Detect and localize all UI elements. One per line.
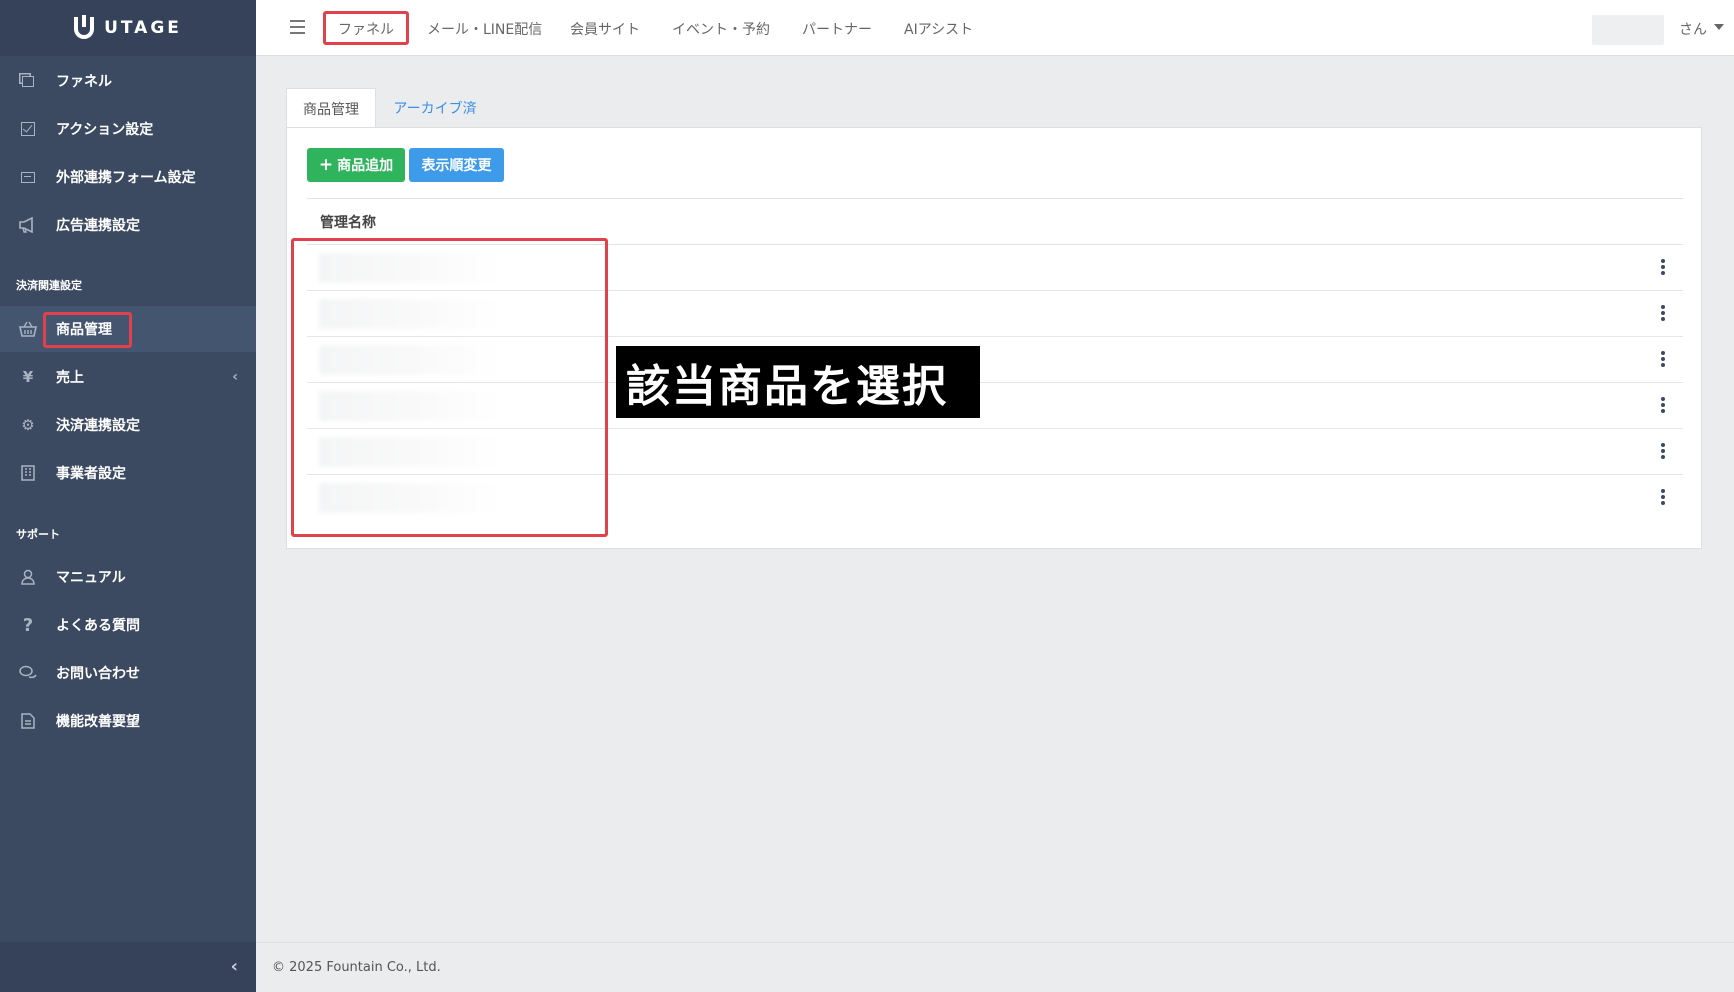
sidebar-item-ad-settings[interactable]: 広告連携設定 [0, 202, 256, 248]
sidebar-item-faq[interactable]: ? よくある質問 [0, 602, 256, 648]
chevron-left-icon: ‹ [232, 369, 238, 385]
logo[interactable]: UTAGE [0, 0, 256, 56]
table-row[interactable] [307, 291, 1683, 337]
sidebar-item-feature-request[interactable]: 機能改善要望 [0, 698, 256, 744]
products-panel: + 商品追加 表示順変更 管理名称 [286, 127, 1702, 549]
blurred-product-name[interactable] [319, 391, 499, 421]
checkbox-icon [18, 119, 38, 139]
top-nav-member-site[interactable]: 会員サイト [570, 19, 640, 39]
sidebar-item-products[interactable]: 商品管理 [0, 306, 256, 352]
copy-icon [18, 71, 38, 91]
megaphone-icon [18, 215, 38, 235]
sidebar-item-funnel[interactable]: ファネル [0, 58, 256, 104]
caret-down-icon[interactable] [1714, 24, 1724, 30]
section-title-payment: 決済関連設定 [16, 279, 82, 292]
divider [307, 198, 1683, 199]
brand-name: UTAGE [104, 18, 182, 38]
building-icon [18, 463, 38, 483]
sidebar-item-label: マニュアル [56, 570, 126, 586]
top-nav-mail-line[interactable]: メール・LINE配信 [427, 19, 542, 39]
sidebar-item-label: アクション設定 [56, 122, 154, 138]
plus-icon: + [318, 155, 334, 175]
table-row[interactable] [307, 337, 1683, 383]
sidebar-item-contact[interactable]: お問い合わせ [0, 650, 256, 696]
collapse-sidebar-button[interactable]: ‹ [231, 956, 238, 977]
question-icon: ? [22, 614, 34, 636]
blurred-product-name[interactable] [319, 345, 499, 375]
sidebar-item-action-settings[interactable]: アクション設定 [0, 106, 256, 152]
sidebar-item-label: 事業者設定 [56, 466, 126, 482]
avatar[interactable] [1592, 15, 1664, 45]
more-options-icon[interactable] [1661, 259, 1665, 277]
chat-icon [18, 663, 38, 683]
section-title-support: サポート [16, 528, 60, 541]
table-row[interactable] [307, 383, 1683, 429]
add-product-label: 商品追加 [337, 158, 394, 174]
add-product-button[interactable]: + 商品追加 [307, 148, 405, 182]
hamburger-menu-icon[interactable] [290, 20, 305, 38]
user-icon [18, 567, 38, 587]
sidebar-item-sales[interactable]: ¥ 売上 ‹ [0, 354, 256, 400]
table-row[interactable] [307, 475, 1683, 521]
more-options-icon[interactable] [1661, 489, 1665, 507]
more-options-icon[interactable] [1661, 397, 1665, 415]
document-icon [18, 711, 38, 731]
sidebar-item-label: 商品管理 [56, 322, 112, 338]
basket-icon [18, 319, 38, 339]
sidebar-item-label: 外部連携フォーム設定 [56, 170, 196, 186]
blurred-product-name[interactable] [319, 253, 499, 283]
more-options-icon[interactable] [1661, 305, 1665, 323]
sidebar-item-label: 売上 [56, 370, 84, 386]
table-row[interactable] [307, 245, 1683, 291]
sidebar-item-label: 広告連携設定 [56, 218, 140, 234]
gear-icon: ⚙ [21, 416, 35, 434]
top-nav-funnel[interactable]: ファネル [338, 19, 394, 39]
blurred-product-name[interactable] [319, 483, 499, 513]
sidebar-item-label: お問い合わせ [56, 666, 140, 682]
annotation-label: 該当商品を選択 [616, 346, 980, 418]
form-icon [18, 167, 38, 187]
blurred-product-name[interactable] [319, 299, 499, 329]
table-row[interactable] [307, 429, 1683, 475]
tab-archived[interactable]: アーカイブ済 [382, 88, 488, 128]
column-header-name: 管理名称 [320, 215, 376, 231]
sidebar-item-manual[interactable]: マニュアル [0, 554, 256, 600]
tab-products[interactable]: 商品管理 [286, 88, 376, 128]
reorder-button[interactable]: 表示順変更 [409, 148, 504, 182]
utage-logo-icon [74, 15, 95, 39]
top-nav-partner[interactable]: パートナー [802, 19, 872, 39]
sidebar-item-label: ファネル [56, 74, 112, 90]
user-name-suffix[interactable]: さん [1679, 19, 1707, 39]
sidebar-item-label: よくある質問 [56, 618, 140, 634]
top-header: ファネル メール・LINE配信 会員サイト イベント・予約 パートナー AIアシ… [256, 0, 1734, 56]
more-options-icon[interactable] [1661, 351, 1665, 369]
sidebar-item-label: 決済連携設定 [56, 418, 140, 434]
top-nav-ai-assist[interactable]: AIアシスト [904, 19, 973, 39]
footer: © 2025 Fountain Co., Ltd. [256, 942, 1734, 992]
yen-icon: ¥ [22, 368, 34, 386]
top-nav-event[interactable]: イベント・予約 [672, 19, 770, 39]
sidebar-item-external-form[interactable]: 外部連携フォーム設定 [0, 154, 256, 200]
copyright: © 2025 Fountain Co., Ltd. [272, 960, 441, 975]
sidebar-item-payment-integration[interactable]: ⚙ 決済連携設定 [0, 402, 256, 448]
sidebar-item-label: 機能改善要望 [56, 714, 140, 730]
sidebar-item-business-settings[interactable]: 事業者設定 [0, 450, 256, 496]
sidebar: UTAGE ファネル アクション設定 外部連携フォーム設定 広告連携設定 決済関… [0, 0, 256, 992]
more-options-icon[interactable] [1661, 443, 1665, 461]
blurred-product-name[interactable] [319, 437, 499, 467]
sidebar-footer: ‹ [0, 942, 256, 992]
